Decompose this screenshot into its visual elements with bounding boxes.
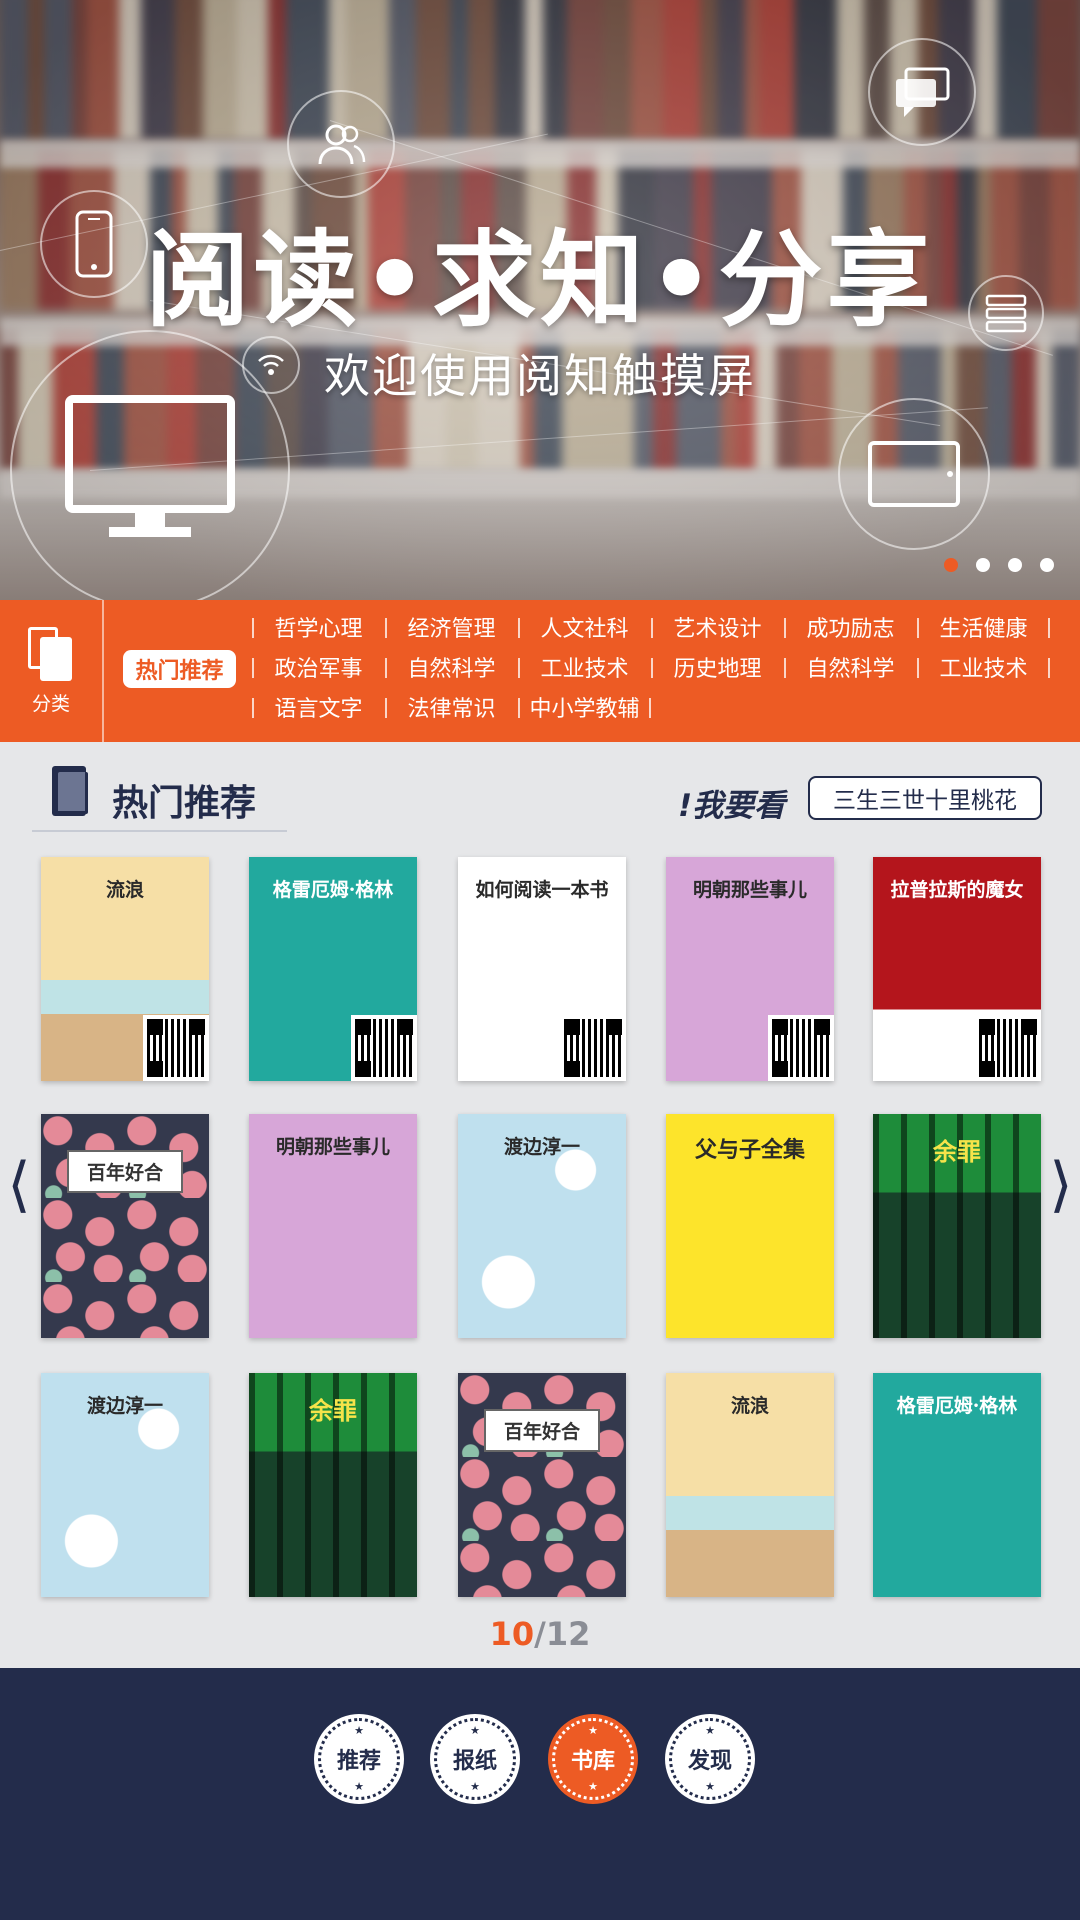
book-cover[interactable]: 如何阅读一本书	[458, 857, 626, 1081]
category-item[interactable]: 工业技术	[518, 650, 651, 684]
star-icon: ★	[354, 1780, 364, 1793]
book-cover[interactable]: 明朝那些事儿	[666, 857, 834, 1081]
book-title: 流浪	[730, 1395, 769, 1417]
nav-label: 报纸	[452, 1749, 497, 1774]
users-icon	[287, 90, 395, 198]
book-title: 百年好合	[67, 1150, 183, 1193]
book-cover[interactable]: 渡边淳一	[458, 1114, 626, 1338]
carousel-dot[interactable]	[944, 558, 958, 572]
book-title: 父与子全集	[694, 1137, 805, 1163]
carousel-dots	[944, 558, 1054, 572]
book-title: 明朝那些事儿	[692, 879, 807, 901]
book-cover[interactable]: 余罪	[249, 1373, 417, 1597]
star-icon: ★	[588, 1724, 598, 1737]
category-item[interactable]: 政治军事	[252, 650, 385, 684]
book-title: 明朝那些事儿	[275, 1136, 390, 1158]
book-title: 流浪	[105, 879, 144, 901]
book-title: 格雷厄姆·格林	[272, 879, 394, 901]
book-cover[interactable]: 父与子全集	[666, 1114, 834, 1338]
nav-label: 书库	[570, 1749, 615, 1774]
hero-subtitle: 欢迎使用阅知触摸屏	[324, 349, 756, 403]
category-item[interactable]: 自然科学	[784, 650, 917, 684]
hot-recommend-tab[interactable]: 热门推荐	[123, 650, 236, 688]
book-icon	[52, 766, 90, 816]
category-item[interactable]: 哲学心理	[252, 610, 385, 644]
star-icon: ★	[705, 1724, 715, 1737]
book-title: 渡边淳一	[503, 1136, 580, 1158]
category-label: 分类	[31, 692, 70, 715]
book-title: 拉普拉斯的魔女	[890, 879, 1024, 901]
book-title: 渡边淳一	[86, 1395, 163, 1417]
carousel-dot[interactable]	[1008, 558, 1022, 572]
hero-banner[interactable]: 阅读•求知•分享 欢迎使用阅知触摸屏	[0, 0, 1080, 600]
category-item[interactable]: 中小学教辅	[518, 690, 651, 724]
category-item[interactable]: 成功励志	[784, 610, 917, 644]
page-current: 10	[489, 1615, 535, 1653]
category-item[interactable]: 生活健康	[917, 610, 1050, 644]
category-item[interactable]: 人文社科	[518, 610, 651, 644]
carousel-dot[interactable]	[976, 558, 990, 572]
nav-newspaper-button[interactable]: ★ 报纸 ★	[434, 1718, 516, 1800]
page-separator: /	[534, 1615, 546, 1653]
nav-recommend-button[interactable]: ★ 推荐 ★	[318, 1718, 400, 1800]
book-cover[interactable]: 格雷厄姆·格林	[249, 857, 417, 1081]
nav-label: 推荐	[336, 1749, 381, 1774]
next-arrow-icon[interactable]: ⟩	[1048, 1150, 1074, 1220]
tablet-icon	[838, 398, 990, 550]
category-item[interactable]: 艺术设计	[651, 610, 784, 644]
qr-code-icon	[975, 1015, 1041, 1081]
category-item[interactable]: 自然科学	[385, 650, 518, 684]
hero-title: 阅读•求知•分享	[145, 219, 935, 341]
star-icon: ★	[354, 1724, 364, 1737]
book-cover[interactable]: 格雷厄姆·格林	[873, 1373, 1041, 1597]
book-title: 格雷厄姆·格林	[896, 1395, 1018, 1417]
carousel-dot[interactable]	[1040, 558, 1054, 572]
nav-discover-button[interactable]: ★ 发现 ★	[669, 1718, 751, 1800]
book-cover[interactable]: 百年好合	[458, 1373, 626, 1597]
pagination: 10/12	[0, 1615, 1080, 1653]
book-cover[interactable]: 流浪	[666, 1373, 834, 1597]
book-cover[interactable]: 明朝那些事儿	[249, 1114, 417, 1338]
category-bar: 分类 热门推荐 哲学心理 经济管理 人文社科 艺术设计 成功励志 生活健康 政治军事 自然科学…	[0, 600, 1080, 742]
star-icon: ★	[588, 1780, 598, 1793]
book-cover[interactable]: 流浪	[41, 857, 209, 1081]
star-icon: ★	[470, 1724, 480, 1737]
category-item[interactable]: 经济管理	[385, 610, 518, 644]
prev-arrow-icon[interactable]: ⟨	[6, 1150, 32, 1220]
nav-library-button[interactable]: ★ 书库 ★	[552, 1718, 634, 1800]
qr-code-icon	[768, 1015, 834, 1081]
category-item[interactable]: 历史地理	[651, 650, 784, 684]
category-menu-button[interactable]: 分类	[0, 600, 104, 742]
star-icon: ★	[705, 1780, 715, 1793]
chat-icon	[868, 38, 976, 146]
want-to-read-field[interactable]: 三生三世十里桃花	[808, 776, 1042, 820]
book-title: 如何阅读一本书	[475, 879, 609, 901]
page-total: 12	[545, 1615, 591, 1653]
qr-code-icon	[560, 1015, 626, 1081]
book-cover[interactable]: 渡边淳一	[41, 1373, 209, 1597]
category-grid: 哲学心理 经济管理 人文社科 艺术设计 成功励志 生活健康 政治军事 自然科学 工业技术 历史地理…	[252, 610, 1072, 724]
book-cover[interactable]: 百年好合	[41, 1114, 209, 1338]
book-title: 余罪	[309, 1396, 357, 1425]
qr-code-icon	[351, 1015, 417, 1081]
book-title: 余罪	[933, 1137, 981, 1166]
books-icon	[28, 626, 74, 681]
section-title: 热门推荐	[112, 783, 257, 824]
star-icon: ★	[470, 1780, 480, 1793]
bottom-nav: ★ 推荐 ★ ★ 报纸 ★ ★ 书库 ★ ★ 发现 ★	[0, 1668, 1080, 1920]
book-title: 百年好合	[484, 1409, 600, 1452]
category-item[interactable]: 工业技术	[917, 650, 1050, 684]
section-header: 热门推荐	[32, 762, 287, 832]
nav-label: 发现	[687, 1749, 732, 1774]
category-item[interactable]: 法律常识	[385, 690, 518, 724]
want-to-read-label: !我要看	[678, 788, 786, 824]
qr-code-icon	[143, 1015, 209, 1081]
category-item[interactable]: 语言文字	[252, 690, 385, 724]
book-cover[interactable]: 余罪	[873, 1114, 1041, 1338]
book-cover[interactable]: 拉普拉斯的魔女	[873, 857, 1041, 1081]
